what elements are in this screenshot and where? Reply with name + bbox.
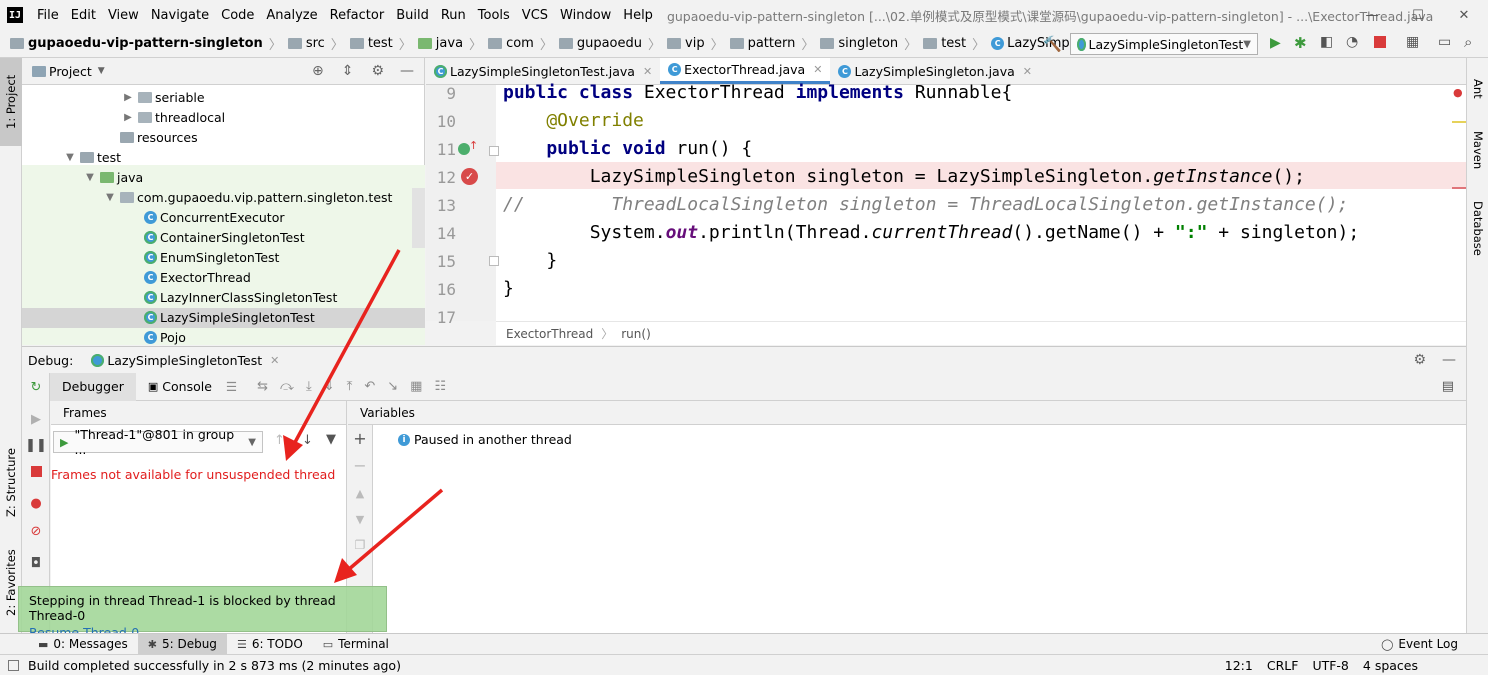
tab-terminal[interactable]: ▭ Terminal	[313, 634, 399, 655]
line-separator[interactable]: CRLF	[1267, 658, 1299, 673]
thread-blocked-notification: Stepping in thread Thread-1 is blocked b…	[18, 586, 387, 640]
annotation-arrows	[283, 249, 444, 583]
tab-debug[interactable]: ✱ 5: Debug	[137, 633, 227, 655]
status-bar: Build completed successfully in 2 s 873 …	[0, 654, 1488, 675]
tab-todo[interactable]: ☰ 6: TODO	[227, 634, 313, 655]
event-log-icon: ◯	[1381, 637, 1394, 651]
terminal-icon: ▭	[322, 637, 334, 651]
caret-position[interactable]: 12:1	[1225, 658, 1253, 673]
messages-icon: ▬	[38, 637, 49, 651]
annotation-arrow	[334, 488, 444, 583]
notification-text: Stepping in thread Thread-1 is blocked b…	[29, 593, 336, 623]
todo-icon: ☰	[236, 637, 247, 651]
event-log-button[interactable]: ◯ Event Log	[1371, 634, 1468, 655]
tab-messages[interactable]: ▬ 0: Messages	[28, 634, 138, 655]
indent-setting[interactable]: 4 spaces	[1363, 658, 1418, 673]
bottom-tool-tabs: ▬ 0: Messages ✱ 5: Debug ☰ 6: TODO ▭ Termina…	[0, 633, 1488, 655]
status-message: Build completed successfully in 2 s 873 …	[28, 657, 401, 673]
tool-windows-icon[interactable]	[8, 659, 19, 671]
debug-bug-icon: ✱	[147, 637, 157, 651]
annotation-arrow	[283, 249, 401, 461]
file-encoding[interactable]: UTF-8	[1312, 658, 1348, 673]
